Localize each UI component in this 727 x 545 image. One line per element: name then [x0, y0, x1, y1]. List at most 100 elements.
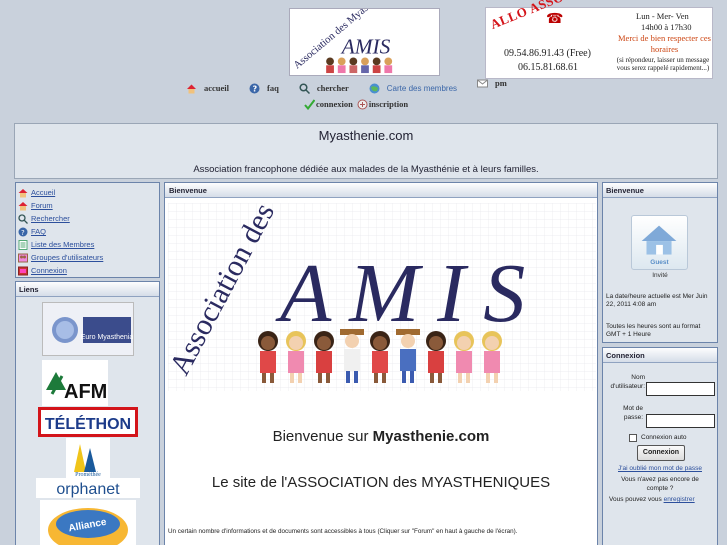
login-panel: Connexion Nom d'utilisateur: Mot de pass…: [602, 347, 718, 545]
nav-pm[interactable]: pm: [477, 78, 507, 89]
page-title: Myasthenie.com: [318, 128, 414, 143]
guest-role: Invité: [652, 272, 668, 279]
house-icon: [18, 188, 28, 197]
nav-accueil-label: accueil: [204, 83, 230, 93]
sidebar-item-groupes[interactable]: Groupes d'utilisateurs: [18, 251, 157, 264]
search-icon: [18, 213, 28, 224]
register-prefix: Vous pouvez vous: [609, 496, 664, 503]
help-icon: ?: [249, 83, 260, 93]
prometheo-link[interactable]: Prométhée: [66, 438, 110, 478]
hotline-banner[interactable]: ☎ ALLO ASSOCIATION AMIS 09.54.86.91.43 (…: [485, 0, 713, 79]
secondary-nav: connexion inscription: [304, 97, 412, 111]
access-note: Un certain nombre d'informations et de d…: [168, 528, 518, 535]
login-icon: [18, 266, 28, 275]
sidebar-item-membres[interactable]: Liste des Membres: [18, 238, 157, 251]
hotline-number-2: 06.15.81.68.61: [518, 62, 578, 73]
nav-inscription-label: inscription: [368, 99, 409, 109]
sidebar-menu: Accueil Forum Rechercher ? FAQ Liste des…: [15, 182, 160, 278]
nav-inscription[interactable]: inscription: [357, 99, 408, 110]
telephone-icon: ☎: [546, 10, 564, 26]
nav-connexion[interactable]: connexion: [304, 98, 353, 110]
children-figures: [326, 57, 393, 74]
hotline-days: Lun - Mer- Ven: [636, 11, 689, 21]
forgot-password-link[interactable]: J'ai oublié mon mot de passe: [603, 465, 717, 472]
sidebar-item-forum[interactable]: Forum: [18, 199, 157, 212]
links-panel: Liens Euro Myasthenia AFM TÉLÉTHON Promé…: [15, 281, 160, 545]
hotline-repondeur: (si répondeur, laisser un message vous s…: [616, 56, 710, 72]
hotline-respect: Merci de bien respecter ces horaires: [618, 33, 711, 54]
nav-connexion-label: connexion: [316, 99, 353, 109]
sidebar-item-faq[interactable]: ? FAQ: [18, 225, 157, 238]
register-link[interactable]: enregistrer: [664, 496, 695, 503]
house-icon: [187, 84, 196, 93]
remember-label: Connexion auto: [641, 434, 687, 441]
svg-text:AFM: AFM: [64, 381, 107, 403]
logo-top-amis: AMIS: [340, 35, 391, 59]
sidebar-item-connexion[interactable]: Connexion: [18, 264, 157, 277]
site-header: Myasthenie.com Association francophone d…: [14, 123, 718, 179]
euro-myasthenia-logo: Euro Myasthenia: [52, 317, 134, 343]
welcome-panel-title: Bienvenue: [165, 183, 597, 198]
site-description: Association francophone dédiée aux malad…: [193, 164, 539, 175]
svg-text:?: ?: [21, 229, 25, 237]
orphanet-logo: orphanet: [56, 481, 120, 498]
hotline-hours: 14h00 à 17h30: [641, 22, 692, 32]
help-icon: ?: [18, 227, 28, 237]
sidebar-item-label: Accueil: [31, 188, 56, 197]
members-icon: [18, 239, 28, 250]
sidebar-item-label: Forum: [31, 201, 53, 210]
register-icon: [357, 99, 368, 109]
association-banner: Association des Myasthéniques AMIS: [168, 203, 596, 391]
telethon-link[interactable]: TÉLÉTHON: [38, 407, 138, 437]
association-logo[interactable]: Association des Myasthéniques AMIS: [289, 8, 440, 76]
prometheo-logo: Prométhée: [74, 444, 101, 478]
sidebar-item-label: Liste des Membres: [31, 240, 95, 249]
association-logo-image: Association des Myasthéniques AMIS: [291, 9, 402, 74]
banner-text-amis: AMIS: [275, 247, 543, 340]
sidebar-item-accueil[interactable]: Accueil: [18, 186, 157, 199]
current-datetime: La date/heure actuelle est Mer Juin 22, …: [606, 293, 708, 308]
groups-icon: [18, 253, 28, 262]
association-banner-image: Association des Myasthéniques AMIS: [168, 203, 596, 391]
svg-text:TÉLÉTHON: TÉLÉTHON: [45, 414, 131, 433]
sidebar-item-label: Rechercher: [31, 214, 70, 223]
login-panel-title: Connexion: [603, 348, 717, 363]
nav-carte[interactable]: Carte des membres: [369, 83, 457, 94]
orphanet-link[interactable]: orphanet: [36, 478, 140, 498]
svg-text:?: ?: [253, 84, 258, 93]
user-welcome-panel: Bienvenue Guest Invité La date/heure act…: [602, 182, 718, 343]
nav-faq-label: faq: [267, 83, 279, 93]
svg-text:Euro Myasthenia: Euro Myasthenia: [81, 334, 134, 341]
nav-pm-label: pm: [495, 78, 507, 88]
welcome-prefix: Bienvenue sur: [272, 428, 373, 445]
username-field[interactable]: [646, 382, 715, 396]
sidebar-item-rechercher[interactable]: Rechercher: [18, 212, 157, 225]
remember-checkbox[interactable]: [629, 434, 637, 442]
links-panel-title: Liens: [16, 282, 159, 297]
register-line: Vous pouvez vous enregistrer: [609, 496, 719, 503]
welcome-heading: Bienvenue sur Myasthenie.com: [165, 428, 597, 445]
afm-link[interactable]: AFM: [42, 360, 108, 406]
house-icon: [18, 201, 28, 210]
welcome-panel: Bienvenue Association des Myasthéniques …: [164, 182, 598, 545]
login-button[interactable]: Connexion: [637, 445, 685, 461]
telethon-logo: TÉLÉTHON: [41, 410, 135, 434]
timezone-info: Toutes les heures sont au format GMT + 1…: [606, 323, 701, 338]
main-nav: accueil ? faq chercher Carte des membres…: [186, 78, 527, 95]
user-welcome-title: Bienvenue: [603, 183, 717, 198]
nav-accueil[interactable]: accueil: [186, 83, 229, 94]
afm-logo: AFM: [46, 372, 107, 403]
association-tagline: Le site de l'ASSOCIATION des MYASTHENIQU…: [211, 474, 551, 491]
nav-chercher[interactable]: chercher: [299, 82, 349, 94]
password-field[interactable]: [646, 414, 715, 428]
nav-faq[interactable]: ? faq: [249, 83, 279, 94]
euro-myasthenia-link[interactable]: Euro Myasthenia: [42, 302, 134, 356]
username-label-line2: d'utilisateur:: [610, 383, 645, 390]
hotline-number-1: 09.54.86.91.43 (Free): [504, 48, 591, 59]
guest-label: Guest: [650, 259, 669, 266]
mail-icon: [477, 79, 489, 87]
sidebar-item-label: Connexion: [31, 266, 67, 275]
password-label-line2: passe:: [623, 414, 643, 421]
alliance-link[interactable]: Alliance: [40, 500, 136, 545]
nav-chercher-label: chercher: [316, 83, 349, 93]
